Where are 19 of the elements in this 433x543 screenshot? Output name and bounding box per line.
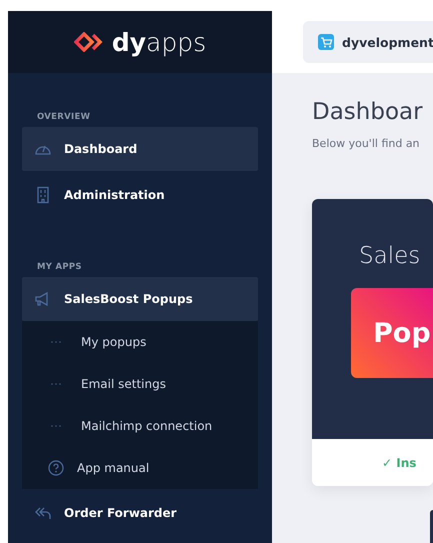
page-subtitle: Below you'll find an: [312, 137, 421, 150]
banner-title: Sales: [359, 243, 422, 269]
banner-badge: Pop: [351, 288, 433, 378]
sidebar-item[interactable]: SalesBoost Popups: [22, 277, 258, 321]
page-title: Dashboar: [312, 99, 424, 125]
logo-text: dyapps: [112, 28, 206, 56]
section-heading: OVERVIEW: [36, 111, 92, 124]
submenu-item[interactable]: My popups: [22, 321, 258, 363]
cart-icon: [318, 34, 334, 50]
install-status: ✓ Ins: [382, 456, 416, 470]
submenu-item[interactable]: App manual: [22, 447, 258, 489]
sidebar-item[interactable]: Administration: [22, 173, 258, 217]
sidebar-item[interactable]: Dashboard: [22, 127, 258, 171]
sidebar-item[interactable]: Order Forwarder: [22, 491, 258, 535]
section-heading: MY APPS: [36, 261, 83, 274]
submenu-item[interactable]: Email settings: [22, 363, 258, 405]
logo-icon: [74, 32, 104, 52]
submenu-item[interactable]: Mailchimp connection: [22, 405, 258, 447]
help-icon: [48, 460, 64, 476]
